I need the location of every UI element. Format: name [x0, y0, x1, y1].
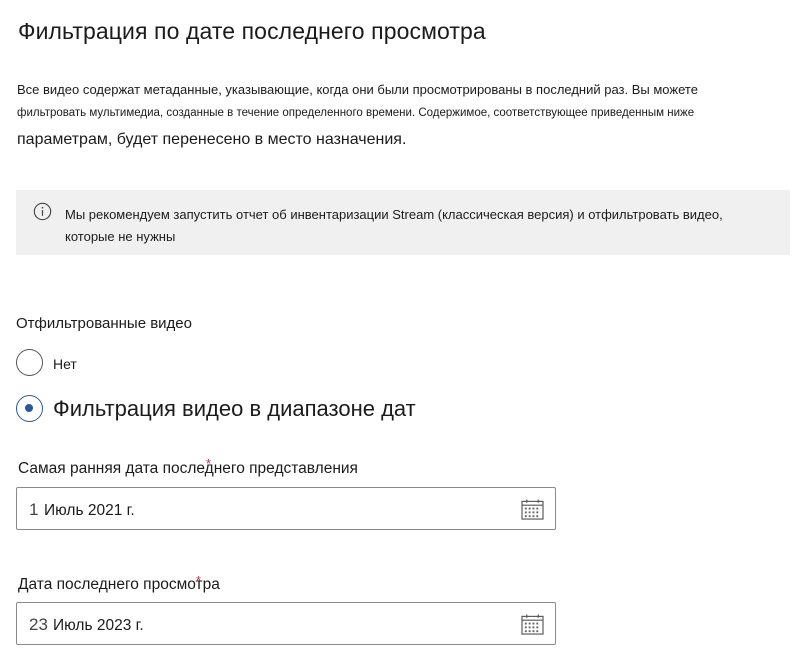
info-banner: Мы рекомендуем запустить отчет об инвент…	[16, 190, 790, 255]
radio-date-range[interactable]	[16, 395, 43, 422]
filter-group-label: Отфильтрованные видео	[16, 315, 192, 332]
calendar-icon[interactable]	[521, 499, 544, 520]
required-marker: *	[206, 456, 212, 471]
earliest-date-label: Самая ранняя дата последнего представлен…	[18, 460, 358, 477]
info-banner-text-1: Мы рекомендуем запустить отчет об инвент…	[65, 207, 723, 222]
latest-date-month-year: Июль 2023 г.	[53, 617, 144, 634]
description-line-2: фильтровать мультимедиа, созданные в теч…	[17, 107, 695, 119]
earliest-date-picker[interactable]: 1 Июль 2021 г.	[16, 487, 556, 530]
info-banner-text-2: которые не нужны	[65, 229, 176, 244]
earliest-date-month-year: Июль 2021 г.	[44, 502, 135, 519]
required-marker: *	[196, 573, 202, 588]
latest-date-day: 23	[29, 615, 48, 634]
description-line-3: параметрам, будет перенесено в место наз…	[17, 131, 407, 148]
calendar-icon[interactable]	[521, 614, 544, 635]
radio-selected-dot	[25, 404, 33, 412]
radio-none-label[interactable]: Нет	[53, 356, 77, 372]
info-icon	[33, 202, 52, 221]
radio-date-range-label[interactable]: Фильтрация видео в диапазоне дат	[53, 396, 416, 422]
page-title: Фильтрация по дате последнего просмотра	[18, 18, 486, 44]
latest-date-picker[interactable]: 23 Июль 2023 г.	[16, 602, 556, 645]
radio-none[interactable]	[16, 349, 43, 376]
description-line-1: Все видео содержат метаданные, указывающ…	[17, 82, 698, 97]
earliest-date-day: 1	[29, 500, 39, 519]
latest-date-label: Дата последнего просмотра	[18, 576, 220, 593]
